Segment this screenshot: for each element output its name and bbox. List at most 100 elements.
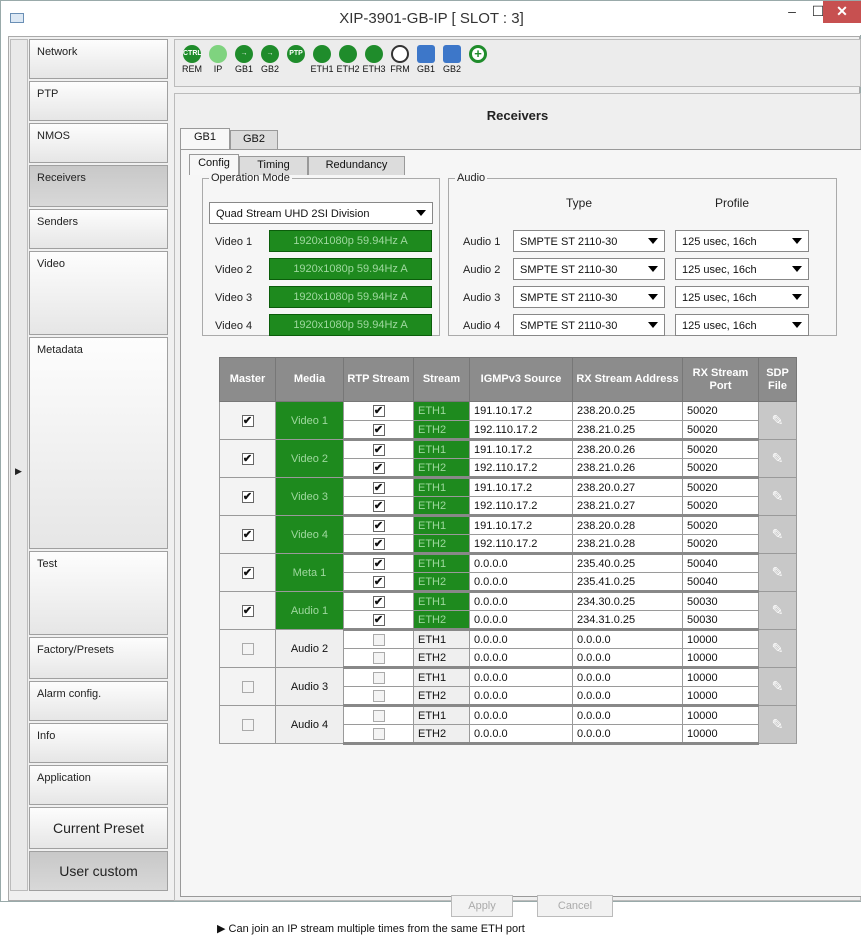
master-checkbox[interactable] <box>241 642 254 655</box>
sdp-file-button[interactable]: ✎ <box>758 477 797 516</box>
user-custom-preset[interactable]: User custom <box>29 851 168 891</box>
rx-address-field[interactable]: 0.0.0.0 <box>572 629 683 649</box>
audio-3-profile-select[interactable]: 125 usec, 16ch <box>675 286 809 308</box>
rx-address-field[interactable]: 0.0.0.0 <box>572 705 683 725</box>
tab-gb1[interactable]: GB1 <box>180 128 230 149</box>
audio-1-type-select[interactable]: SMPTE ST 2110-30 <box>513 230 665 252</box>
operation-mode-select[interactable]: Quad Stream UHD 2SI Division <box>209 202 433 224</box>
rx-address-field[interactable]: 235.40.0.25 <box>572 553 683 573</box>
sdp-file-button[interactable]: ✎ <box>758 439 797 478</box>
sidebar-item-info[interactable]: Info <box>29 723 168 763</box>
master-checkbox[interactable] <box>241 680 254 693</box>
rx-address-field[interactable]: 0.0.0.0 <box>572 648 683 669</box>
rtp-stream-checkbox[interactable] <box>372 671 385 684</box>
toolbar-eth1-icon[interactable]: ETH1 <box>309 45 335 74</box>
cancel-button[interactable]: Cancel <box>537 895 613 917</box>
rtp-stream-checkbox[interactable] <box>372 727 385 740</box>
rx-port-field[interactable]: 50020 <box>682 515 759 535</box>
rx-port-field[interactable]: 50020 <box>682 458 759 479</box>
master-checkbox[interactable]: ✔ <box>241 452 254 465</box>
sidebar-item-ptp[interactable]: PTP <box>29 81 168 121</box>
toolbar-eth2-icon[interactable]: ETH2 <box>335 45 361 74</box>
rx-port-field[interactable]: 10000 <box>682 705 759 725</box>
rx-address-field[interactable]: 238.21.0.28 <box>572 534 683 555</box>
rtp-stream-checkbox[interactable] <box>372 651 385 664</box>
minimize-button[interactable]: – <box>779 1 805 23</box>
sidebar-item-receivers[interactable]: Receivers <box>29 165 168 207</box>
igmp-source-field[interactable]: 191.10.17.2 <box>469 401 573 421</box>
rx-port-field[interactable]: 50020 <box>682 420 759 441</box>
igmp-source-field[interactable]: 0.0.0.0 <box>469 648 573 669</box>
master-checkbox[interactable]: ✔ <box>241 528 254 541</box>
toolbar-gb1-icon[interactable]: → GB1 <box>231 45 257 74</box>
sidebar-item-video[interactable]: Video <box>29 251 168 335</box>
audio-4-type-select[interactable]: SMPTE ST 2110-30 <box>513 314 665 336</box>
rtp-stream-checkbox[interactable]: ✔ <box>372 405 385 418</box>
rx-port-field[interactable]: 50020 <box>682 496 759 517</box>
master-checkbox[interactable] <box>241 718 254 731</box>
sidebar-item-network[interactable]: Network <box>29 39 168 79</box>
rtp-stream-checkbox[interactable]: ✔ <box>372 613 385 626</box>
toolbar-ip-icon[interactable]: IP <box>205 45 231 74</box>
igmp-source-field[interactable]: 0.0.0.0 <box>469 572 573 593</box>
toolbar-gb2-out-icon[interactable]: GB2 <box>439 45 465 74</box>
rx-port-field[interactable]: 10000 <box>682 724 759 745</box>
tab-gb2[interactable]: GB2 <box>230 130 278 149</box>
sdp-file-button[interactable]: ✎ <box>758 515 797 554</box>
rx-port-field[interactable]: 10000 <box>682 648 759 669</box>
rx-address-field[interactable]: 238.21.0.27 <box>572 496 683 517</box>
master-checkbox[interactable]: ✔ <box>241 414 254 427</box>
rx-port-field[interactable]: 10000 <box>682 667 759 687</box>
sidebar-item-senders[interactable]: Senders <box>29 209 168 249</box>
sidebar-item-factory-presets[interactable]: Factory/Presets <box>29 637 168 679</box>
sdp-file-button[interactable]: ✎ <box>758 591 797 630</box>
rx-port-field[interactable]: 10000 <box>682 686 759 707</box>
master-checkbox[interactable]: ✔ <box>241 490 254 503</box>
rtp-stream-checkbox[interactable]: ✔ <box>372 557 385 570</box>
toolbar-gb1-out-icon[interactable]: GB1 <box>413 45 439 74</box>
rx-port-field[interactable]: 50020 <box>682 477 759 497</box>
igmp-source-field[interactable]: 192.110.17.2 <box>469 420 573 441</box>
rx-address-field[interactable]: 238.20.0.28 <box>572 515 683 535</box>
rx-address-field[interactable]: 238.21.0.25 <box>572 420 683 441</box>
sidebar-item-metadata[interactable]: Metadata <box>29 337 168 549</box>
audio-3-type-select[interactable]: SMPTE ST 2110-30 <box>513 286 665 308</box>
rtp-stream-checkbox[interactable]: ✔ <box>372 537 385 550</box>
igmp-source-field[interactable]: 0.0.0.0 <box>469 610 573 631</box>
igmp-source-field[interactable]: 0.0.0.0 <box>469 686 573 707</box>
rx-port-field[interactable]: 50020 <box>682 534 759 555</box>
rtp-stream-checkbox[interactable]: ✔ <box>372 595 385 608</box>
igmp-source-field[interactable]: 0.0.0.0 <box>469 591 573 611</box>
rx-port-field[interactable]: 50020 <box>682 401 759 421</box>
rtp-stream-checkbox[interactable] <box>372 709 385 722</box>
sdp-file-button[interactable]: ✎ <box>758 401 797 440</box>
rx-address-field[interactable]: 238.20.0.26 <box>572 439 683 459</box>
toolbar-add-icon[interactable]: + <box>465 45 491 64</box>
rx-address-field[interactable]: 0.0.0.0 <box>572 686 683 707</box>
rx-port-field[interactable]: 10000 <box>682 629 759 649</box>
master-checkbox[interactable]: ✔ <box>241 566 254 579</box>
rx-address-field[interactable]: 0.0.0.0 <box>572 667 683 687</box>
rtp-stream-checkbox[interactable]: ✔ <box>372 481 385 494</box>
sdp-file-button[interactable]: ✎ <box>758 553 797 592</box>
rx-address-field[interactable]: 234.31.0.25 <box>572 610 683 631</box>
sidebar-item-test[interactable]: Test <box>29 551 168 635</box>
rtp-stream-checkbox[interactable]: ✔ <box>372 461 385 474</box>
rx-port-field[interactable]: 50030 <box>682 591 759 611</box>
toolbar-eth3-icon[interactable]: ETH3 <box>361 45 387 74</box>
igmp-source-field[interactable]: 191.10.17.2 <box>469 439 573 459</box>
sdp-file-button[interactable]: ✎ <box>758 705 797 744</box>
toolbar-rem-icon[interactable]: CTRL REM <box>179 45 205 74</box>
igmp-source-field[interactable]: 191.10.17.2 <box>469 477 573 497</box>
rtp-stream-checkbox[interactable]: ✔ <box>372 443 385 456</box>
audio-2-profile-select[interactable]: 125 usec, 16ch <box>675 258 809 280</box>
rtp-stream-checkbox[interactable]: ✔ <box>372 575 385 588</box>
sidebar-item-application[interactable]: Application <box>29 765 168 805</box>
rx-address-field[interactable]: 238.20.0.27 <box>572 477 683 497</box>
rx-port-field[interactable]: 50040 <box>682 553 759 573</box>
toolbar-ptp-icon[interactable]: PTP <box>283 45 309 64</box>
rx-port-field[interactable]: 50020 <box>682 439 759 459</box>
rtp-stream-checkbox[interactable]: ✔ <box>372 519 385 532</box>
rx-address-field[interactable]: 235.41.0.25 <box>572 572 683 593</box>
master-checkbox[interactable]: ✔ <box>241 604 254 617</box>
